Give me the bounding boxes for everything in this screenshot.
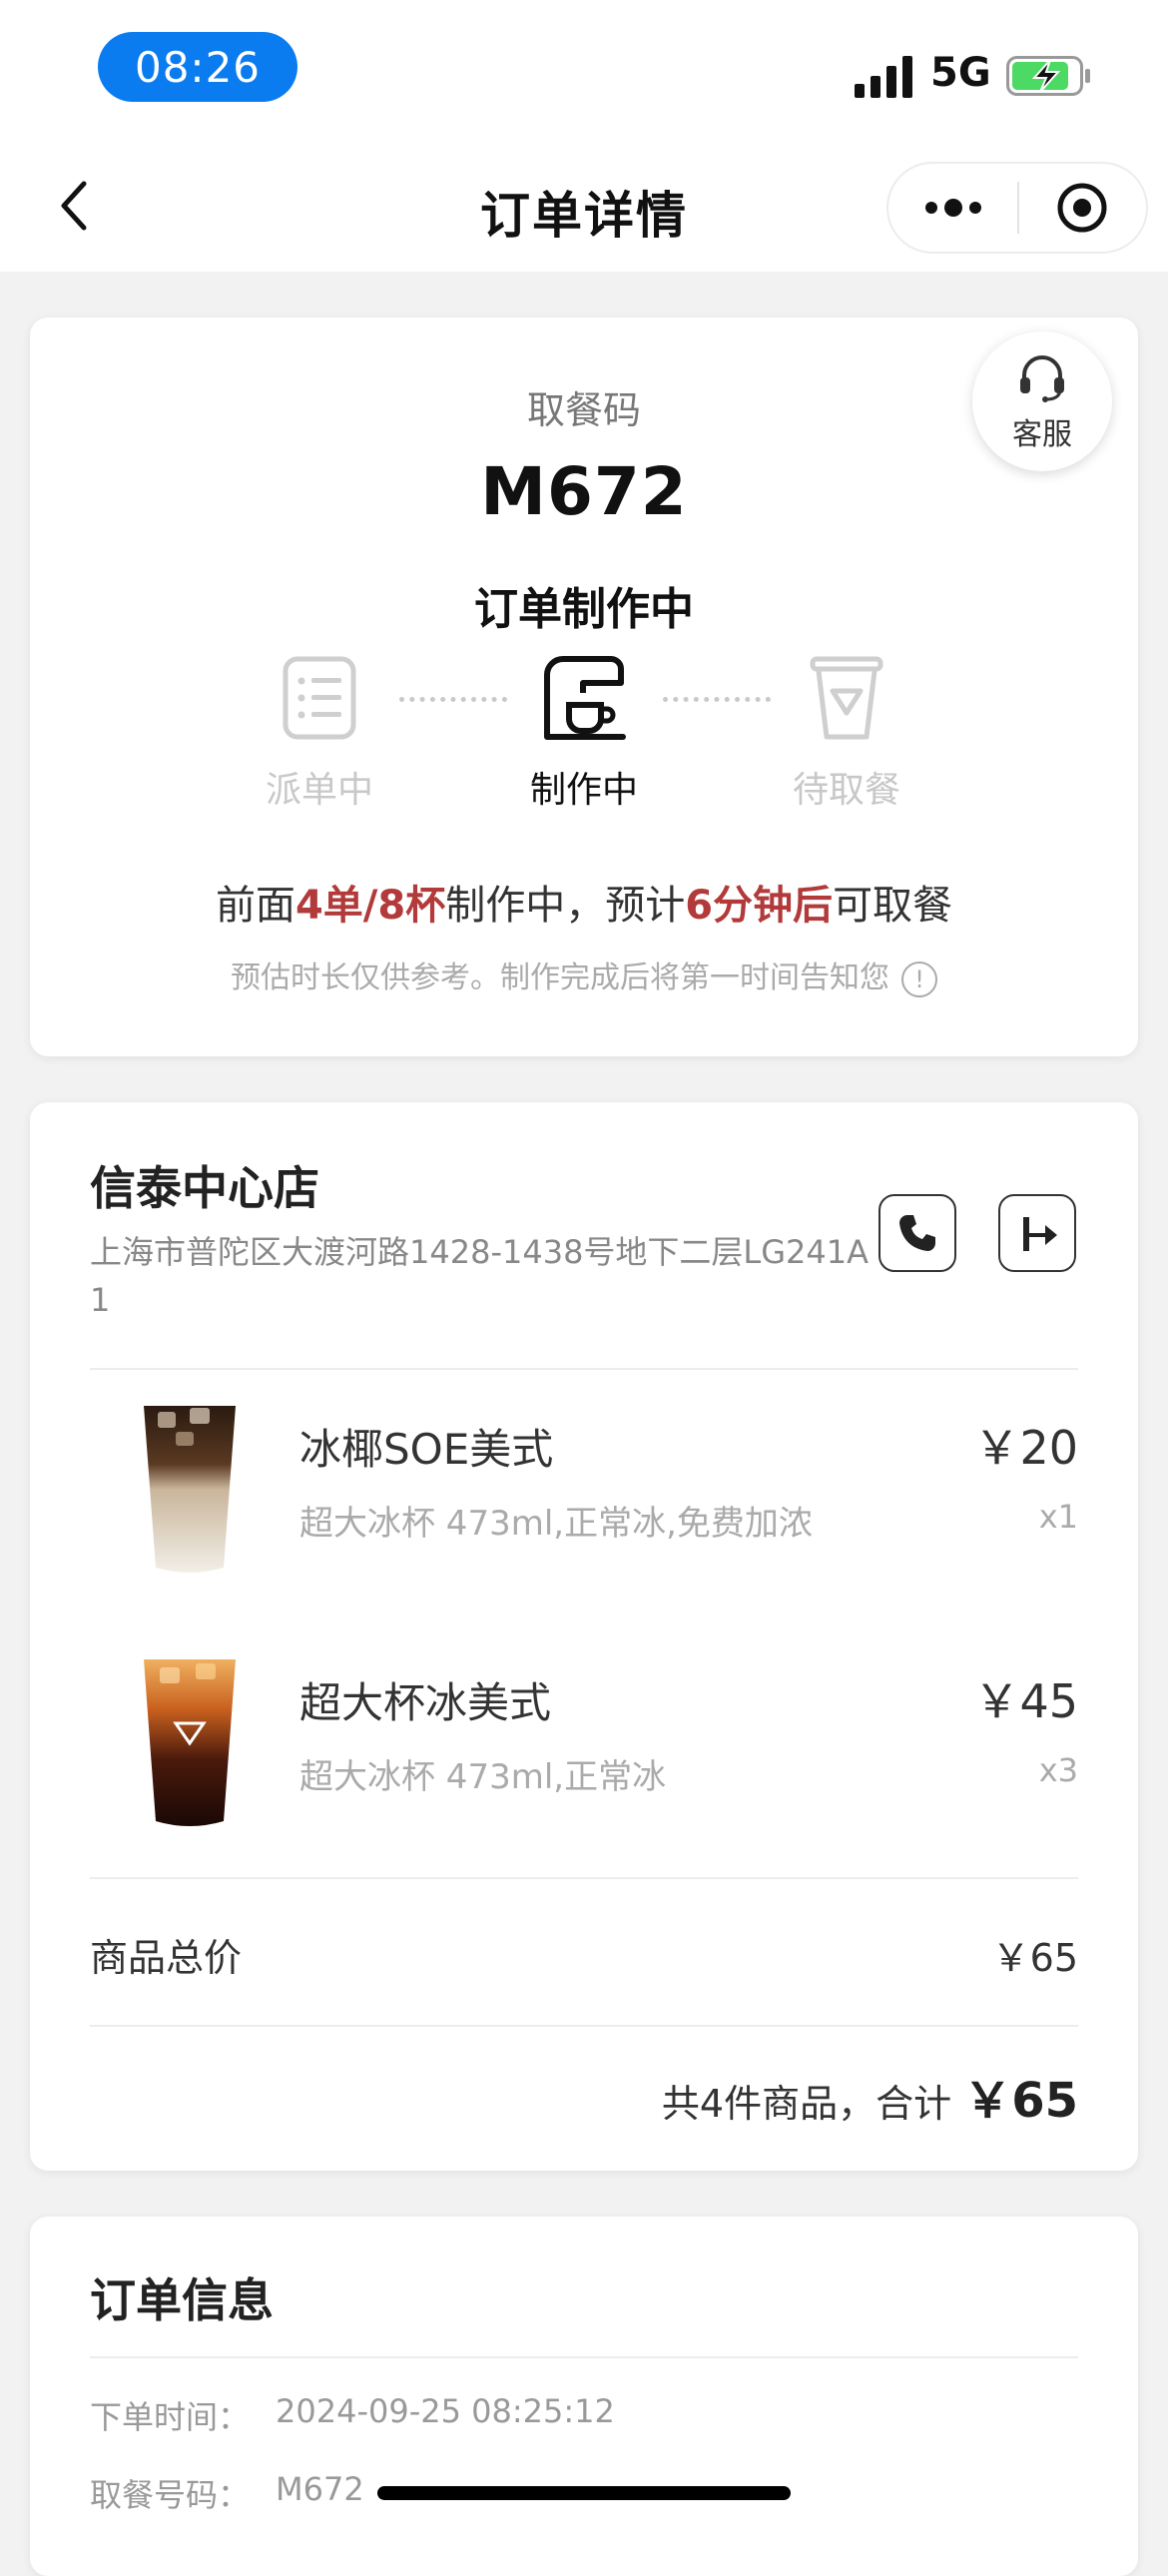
step-ready: 待取餐 [747, 653, 946, 813]
navigate-button[interactable] [998, 1194, 1076, 1272]
order-time-value: 2024-09-25 08:25:12 [276, 2392, 615, 2430]
queue-message: 前面4单/8杯制作中，预计6分钟后可取餐 [30, 873, 1138, 931]
step-label: 待取餐 [792, 770, 900, 811]
pickup-code-label: 取餐码 [526, 388, 641, 432]
step-making: 制作中 [484, 653, 684, 813]
pickup-number-label: 取餐号码： [90, 2476, 251, 2514]
more-button[interactable] [888, 164, 1017, 252]
pickup-number-value: M672 [276, 2470, 364, 2508]
item-name: 冰椰SOE美式 [299, 1425, 554, 1474]
total-amount: ￥65 [963, 2073, 1078, 2129]
battery-icon [1006, 56, 1090, 96]
queue-eta: 6分钟后 [685, 883, 834, 929]
item-options: 超大冰杯 473ml,正常冰,免费加浓 [299, 1504, 813, 1544]
item-price: ￥45 [973, 1674, 1078, 1728]
order-item: 超大杯冰美式 超大冰杯 473ml,正常冰 ￥45 x3 [90, 1645, 1078, 1845]
store-card: 信泰中心店 上海市普陀区大渡河路1428-1438号地下二层LG241A1 冰椰… [30, 1102, 1138, 2171]
order-time-row: 下单时间： 2024-09-25 08:25:12 [90, 2392, 615, 2438]
item-price: ￥20 [973, 1421, 1078, 1475]
order-time-label: 下单时间： [90, 2398, 251, 2436]
target-close-icon [1057, 183, 1107, 233]
pickup-card: 客服 取餐码 M672 订单制作中 派单中 制作中 待取餐 前面4单/8杯制作中… [30, 318, 1138, 1056]
disclaimer-text: 预估时长仅供参考。制作完成后将第一时间告知您 [231, 961, 889, 995]
store-name: 信泰中心店 [90, 1161, 319, 1215]
subtotal-value: ￥65 [991, 1936, 1078, 1980]
pickup-code: M672 [480, 453, 688, 530]
eta-disclaimer: 预估时长仅供参考。制作完成后将第一时间告知您! [30, 953, 1138, 997]
store-address: 上海市普陀区大渡河路1428-1438号地下二层LG241A1 [90, 1233, 870, 1319]
more-icon [924, 199, 981, 217]
close-button[interactable] [1019, 164, 1146, 252]
step-label: 制作中 [529, 770, 638, 811]
step-dispatching: 派单中 [220, 653, 419, 813]
item-quantity: x3 [1038, 1751, 1078, 1789]
signal-icon [855, 56, 912, 98]
coffee-machine-icon [544, 656, 626, 740]
divider [90, 2025, 1078, 2027]
total-prefix: 共4件商品，合计 [661, 2082, 952, 2126]
step-label: 派单中 [265, 770, 373, 811]
order-info-title: 订单信息 [90, 2273, 274, 2327]
order-item: 冰椰SOE美式 超大冰杯 473ml,正常冰,免费加浓 ￥20 x1 [90, 1392, 1078, 1592]
order-list-icon [283, 656, 356, 740]
queue-count: 4单/8杯 [294, 883, 446, 929]
queue-mid: 制作中，预计 [445, 883, 686, 929]
order-info-card: 订单信息 下单时间： 2024-09-25 08:25:12 取餐号码： M67… [30, 2217, 1138, 2576]
directions-icon [1023, 1217, 1057, 1251]
queue-suffix: 可取餐 [833, 883, 953, 929]
nav-bar: 订单详情 [0, 140, 1168, 272]
item-options: 超大冰杯 473ml,正常冰 [299, 1757, 667, 1797]
item-name: 超大杯冰美式 [299, 1678, 552, 1727]
phone-icon [899, 1215, 935, 1251]
order-status: 订单制作中 [474, 584, 694, 635]
call-store-button[interactable] [878, 1194, 956, 1272]
order-total: 共4件商品，合计 ￥65 [662, 2061, 1078, 2131]
iced-coconut-americano-image [144, 1406, 236, 1573]
cup-icon [810, 656, 883, 740]
divider [90, 1368, 1078, 1370]
subtotal-label: 商品总价 [90, 1936, 243, 1980]
info-icon[interactable]: ! [901, 961, 937, 997]
item-quantity: x1 [1038, 1498, 1078, 1536]
home-indicator[interactable] [377, 2486, 791, 2500]
mini-program-capsule [886, 162, 1148, 254]
divider [90, 2356, 1078, 2358]
iced-americano-image [144, 1659, 236, 1826]
status-bar: 08:26 5G [0, 0, 1168, 140]
queue-prefix: 前面 [215, 883, 295, 929]
divider [90, 1877, 1078, 1879]
status-time: 08:26 [98, 32, 297, 102]
network-type: 5G [930, 50, 991, 96]
pickup-number-row: 取餐号码： M672 [90, 2470, 364, 2516]
